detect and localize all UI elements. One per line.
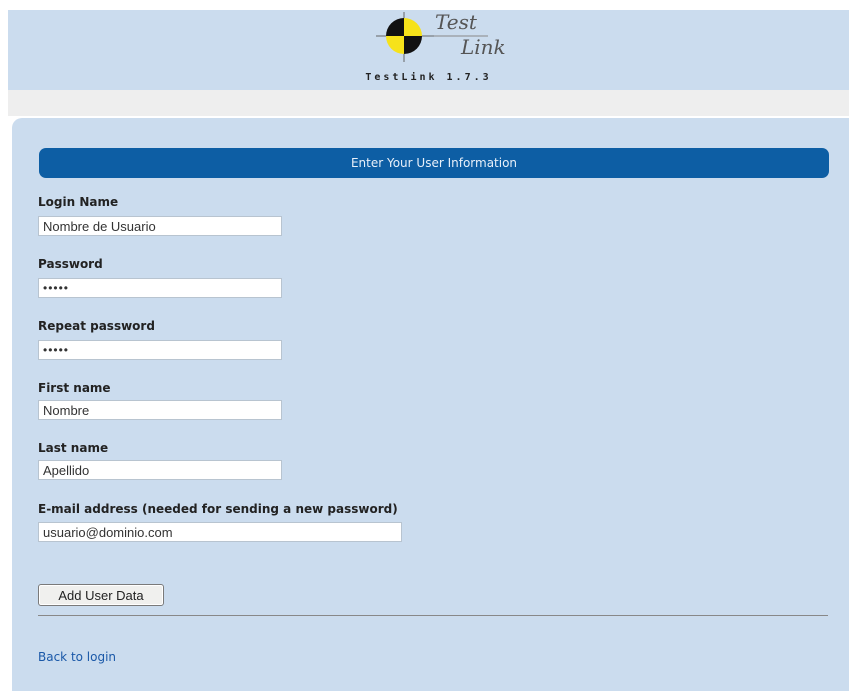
last-name-input[interactable] bbox=[38, 460, 282, 480]
add-user-data-button[interactable]: Add User Data bbox=[38, 584, 164, 606]
email-input[interactable] bbox=[38, 522, 402, 542]
login-name-label: Login Name bbox=[38, 195, 119, 209]
back-to-login-link[interactable]: Back to login bbox=[38, 650, 116, 664]
app-version-title: TestLink 1.7.3 bbox=[365, 72, 492, 83]
password-input[interactable] bbox=[38, 278, 282, 298]
repeat-password-label: Repeat password bbox=[38, 319, 155, 333]
login-name-input[interactable] bbox=[38, 216, 282, 236]
logo-word-link: Link bbox=[461, 35, 506, 59]
repeat-password-input[interactable] bbox=[38, 340, 282, 360]
password-label: Password bbox=[38, 257, 103, 271]
first-name-input[interactable] bbox=[38, 400, 282, 420]
header-banner: Test Link TestLink 1.7.3 bbox=[8, 10, 849, 90]
last-name-label: Last name bbox=[38, 441, 109, 455]
email-label: E-mail address (needed for sending a new… bbox=[38, 502, 398, 516]
first-name-label: First name bbox=[38, 381, 111, 395]
user-form-panel: Enter Your User Information Login Name P… bbox=[12, 118, 849, 691]
form-divider bbox=[38, 615, 828, 616]
form-title-bar: Enter Your User Information bbox=[39, 148, 829, 178]
header-strip bbox=[8, 90, 849, 116]
logo-word-test: Test bbox=[435, 10, 477, 34]
